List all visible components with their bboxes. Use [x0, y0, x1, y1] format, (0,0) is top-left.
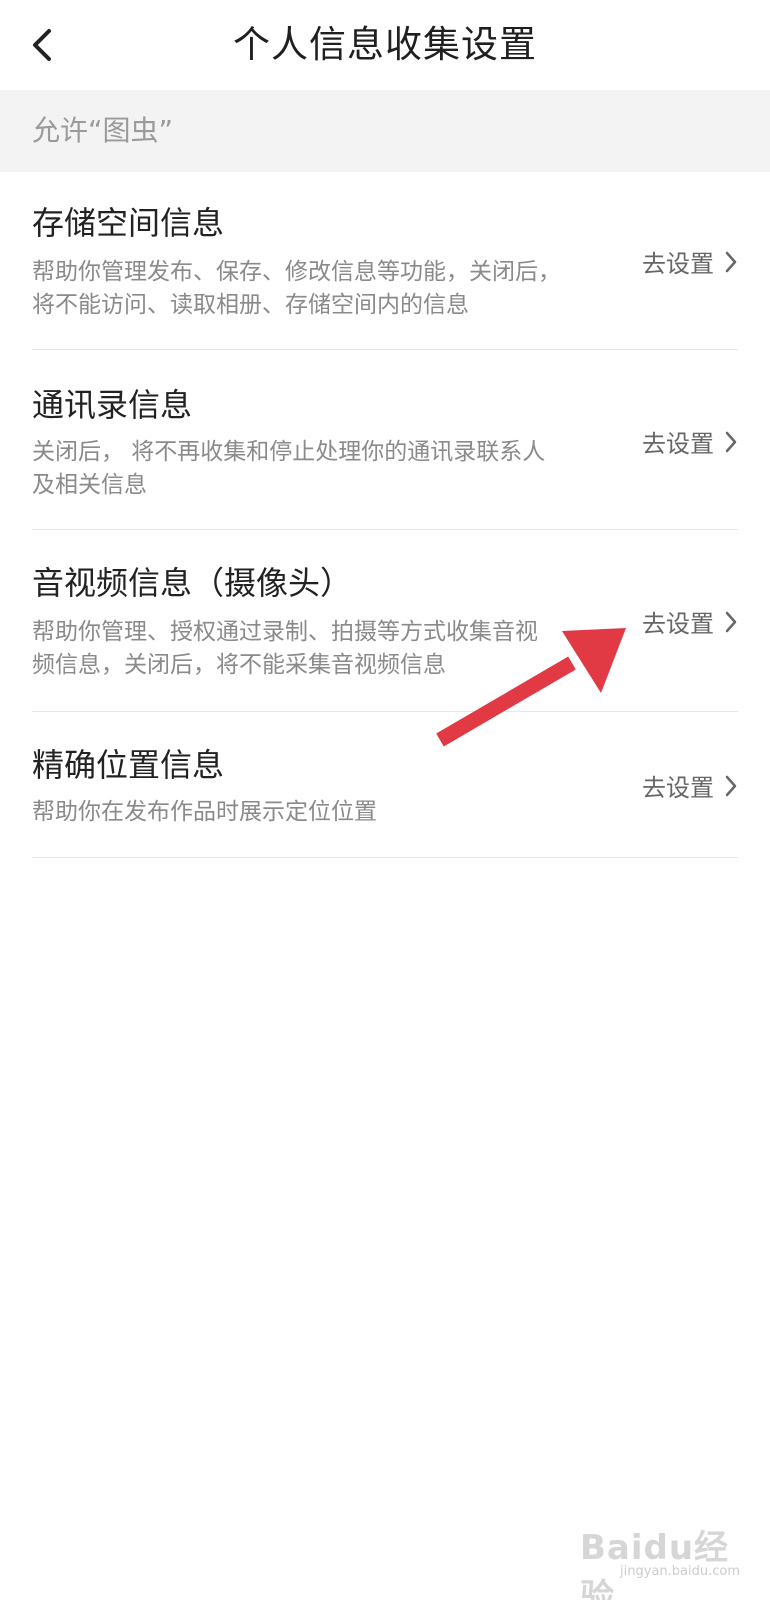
watermark-url: jingyan.baidu.com [620, 1564, 740, 1579]
go-setting-button[interactable]: 去设置 [642, 604, 738, 639]
chevron-right-icon [725, 775, 737, 796]
item-description: 帮助你在发布作品时展示定位位置 [32, 796, 592, 829]
divider [32, 857, 738, 858]
item-desc-line: 帮助你管理发布、保存、修改信息等功能，关闭后， [32, 259, 561, 285]
item-desc-line: 及相关信息 [32, 472, 147, 498]
navbar: 个人信息收集设置 [0, 0, 770, 90]
item-title: 音视频信息（摄像头） [32, 564, 353, 602]
list-item-location[interactable]: 精确位置信息 帮助你在发布作品时展示定位位置 去设置 [32, 712, 738, 858]
section-label: 允许“图虫” [32, 114, 174, 147]
item-desc-line: 帮助你在发布作品时展示定位位置 [32, 799, 377, 825]
item-title: 存储空间信息 [32, 204, 225, 242]
item-description: 关闭后， 将不再收集和停止处理你的通讯录联系人 及相关信息 [32, 436, 592, 502]
chevron-right-icon [725, 611, 737, 632]
page-title: 个人信息收集设置 [233, 23, 537, 66]
watermark-text: Baidu经验 [580, 1528, 730, 1600]
watermark-logo: Baidu经验 jingyan.baidu.com [580, 1520, 740, 1600]
item-title: 精确位置信息 [32, 746, 225, 784]
go-setting-button[interactable]: 去设置 [642, 244, 738, 279]
item-description: 帮助你管理、授权通过录制、拍摄等方式收集音视 频信息，关闭后，将不能采集音视频信… [32, 616, 592, 682]
list-item-contacts[interactable]: 通讯录信息 关闭后， 将不再收集和停止处理你的通讯录联系人 及相关信息 去设置 [32, 350, 738, 530]
go-setting-button[interactable]: 去设置 [642, 424, 738, 459]
list-item-camera[interactable]: 音视频信息（摄像头） 帮助你管理、授权通过录制、拍摄等方式收集音视 频信息，关闭… [32, 530, 738, 712]
item-desc-line: 频信息，关闭后，将不能采集音视频信息 [32, 652, 446, 678]
item-desc-line: 关闭后， 将不再收集和停止处理你的通讯录联系人 [32, 439, 546, 465]
back-button[interactable] [22, 22, 62, 68]
section-header: 允许“图虫” [0, 90, 770, 172]
go-setting-button[interactable]: 去设置 [642, 768, 738, 803]
chevron-right-icon [725, 431, 737, 452]
page: 个人信息收集设置 允许“图虫” 存储空间信息 帮助你管理发布、保存、修改信息等功… [0, 0, 770, 1600]
go-setting-label: 去设置 [642, 610, 714, 638]
chevron-right-icon [725, 251, 737, 272]
go-setting-label: 去设置 [642, 774, 714, 802]
go-setting-label: 去设置 [642, 250, 714, 278]
item-description: 帮助你管理发布、保存、修改信息等功能，关闭后， 将不能访问、读取相册、存储空间内… [32, 256, 592, 322]
item-title: 通讯录信息 [32, 386, 193, 424]
chevron-left-icon [33, 29, 51, 61]
item-desc-line: 将不能访问、读取相册、存储空间内的信息 [32, 292, 469, 318]
list-item-storage[interactable]: 存储空间信息 帮助你管理发布、保存、修改信息等功能，关闭后， 将不能访问、读取相… [32, 172, 738, 350]
go-setting-label: 去设置 [642, 430, 714, 458]
item-desc-line: 帮助你管理、授权通过录制、拍摄等方式收集音视 [32, 619, 538, 645]
